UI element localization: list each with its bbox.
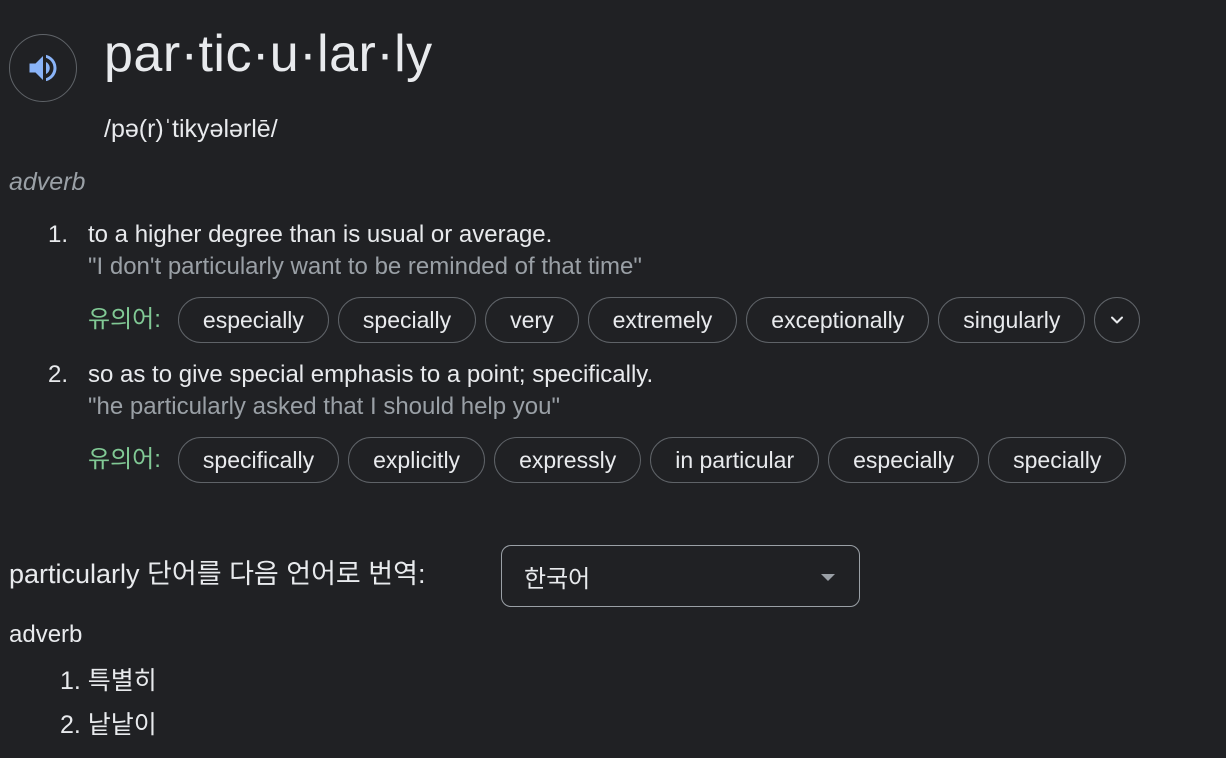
- sense-example: "he particularly asked that I should hel…: [88, 393, 560, 420]
- part-of-speech: adverb: [9, 168, 86, 196]
- synonym-chip[interactable]: especially: [177, 297, 329, 343]
- chevron-down-icon: [1111, 316, 1124, 324]
- synonym-chip[interactable]: especially: [828, 437, 980, 483]
- sense-2: 2. so as to give special emphasis to a p…: [48, 359, 1218, 489]
- dropdown-caret-icon: [821, 574, 835, 581]
- synonym-chip[interactable]: singularly: [938, 297, 1086, 343]
- language-select[interactable]: 한국어: [501, 545, 860, 607]
- translation-part-of-speech: adverb: [9, 621, 83, 648]
- synonym-chip[interactable]: specially: [337, 297, 477, 343]
- synonym-chip[interactable]: very: [485, 297, 579, 343]
- synonym-chip[interactable]: expressly: [494, 437, 642, 483]
- play-pronunciation-button[interactable]: [9, 34, 77, 102]
- phonetic-spelling: /pə(r)ˈtikyələrlē/: [104, 115, 278, 143]
- translation-item: 2. 낱낱이: [60, 711, 157, 739]
- sense-definition: so as to give special emphasis to a poin…: [88, 361, 654, 388]
- translation-item: 1. 특별히: [60, 667, 157, 695]
- synonyms-label: 유의어:: [88, 446, 161, 473]
- speaker-icon: [29, 54, 57, 82]
- synonym-chip[interactable]: in particular: [650, 437, 820, 483]
- selected-language: 한국어: [524, 565, 591, 593]
- translate-label: particularly 단어를 다음 언어로 번역:: [9, 559, 426, 589]
- synonyms-row: 유의어: specifically explicitly expressly i…: [88, 437, 1135, 483]
- sense-number: 1.: [48, 221, 69, 248]
- sense-definition: to a higher degree than is usual or aver…: [88, 221, 553, 248]
- synonyms-row: 유의어: especially specially very extremely…: [88, 297, 1141, 343]
- more-synonyms-button[interactable]: [1094, 297, 1141, 343]
- synonym-chip[interactable]: specially: [988, 437, 1127, 483]
- synonym-chip[interactable]: explicitly: [348, 437, 486, 483]
- synonym-chip[interactable]: exceptionally: [746, 297, 930, 343]
- synonym-chip[interactable]: specifically: [177, 437, 340, 483]
- synonyms-label: 유의어:: [88, 306, 161, 333]
- synonym-chip[interactable]: extremely: [587, 297, 738, 343]
- sense-number: 2.: [48, 361, 69, 388]
- sense-1: 1. to a higher degree than is usual or a…: [48, 219, 1218, 349]
- sense-example: "I don't particularly want to be reminde…: [88, 253, 642, 280]
- headword: par·tic·u·lar·ly: [104, 25, 433, 83]
